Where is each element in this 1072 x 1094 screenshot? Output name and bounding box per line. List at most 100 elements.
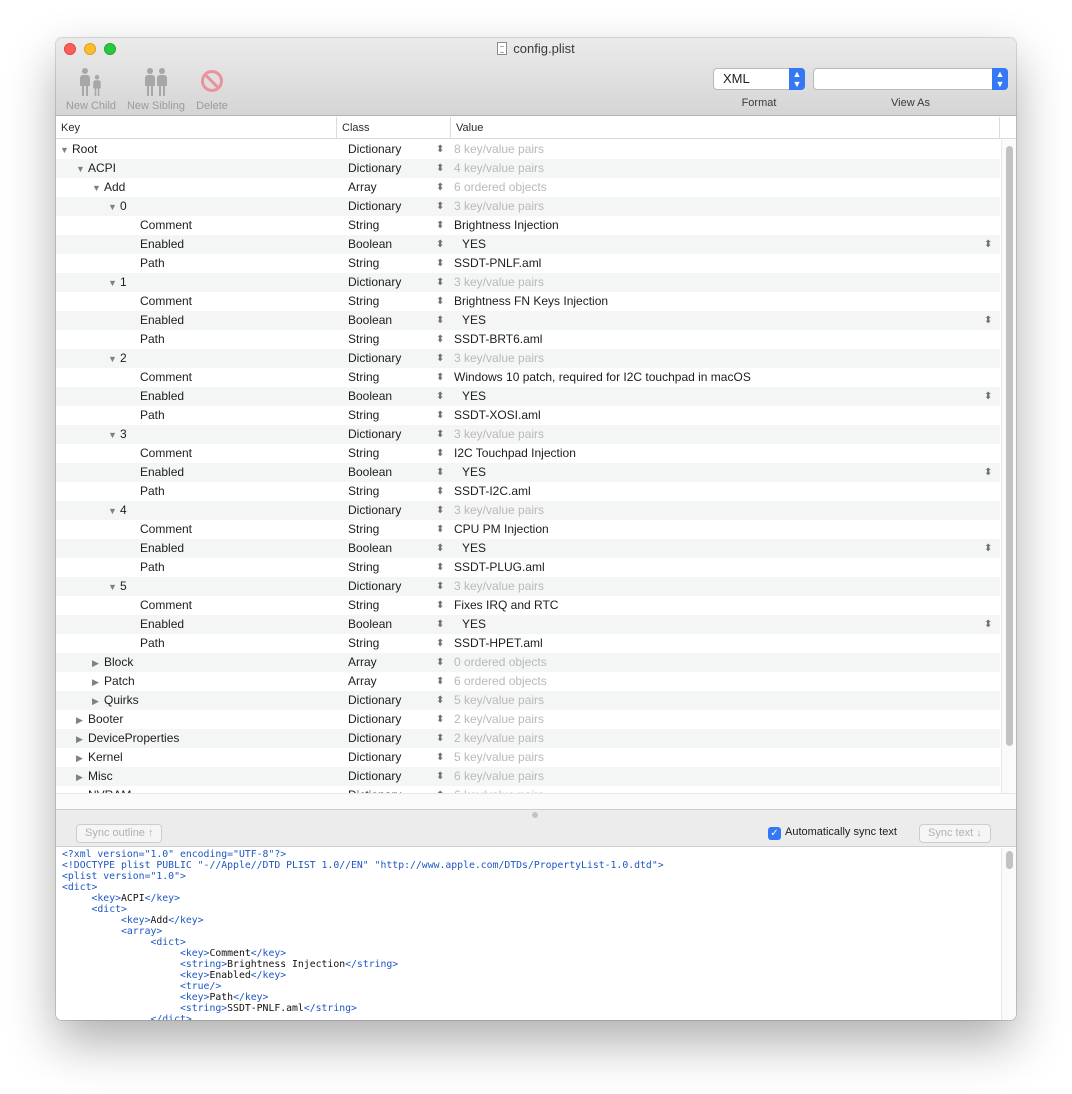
row-class[interactable]: String [348,558,379,577]
outline-row[interactable]: Path String ⬍ SSDT-BRT6.aml [56,330,1000,349]
disclosure-closed-icon[interactable]: ▶ [92,654,104,673]
class-stepper-icon[interactable]: ⬍ [436,368,444,387]
disclosure-closed-icon[interactable]: ▶ [76,711,88,730]
row-class[interactable]: Boolean [348,311,392,330]
class-stepper-icon[interactable]: ⬍ [436,406,444,425]
divider-handle-icon[interactable] [532,812,538,818]
row-class[interactable]: Dictionary [348,273,401,292]
class-stepper-icon[interactable]: ⬍ [436,596,444,615]
outline-row[interactable]: ▶ Booter Dictionary ⬍ 2 key/value pairs [56,710,1000,729]
class-stepper-icon[interactable]: ⬍ [436,197,444,216]
row-class[interactable]: Boolean [348,539,392,558]
auto-sync-checkbox[interactable]: ✓ [768,827,781,840]
outline-row[interactable]: ▼ 4 Dictionary ⬍ 3 key/value pairs [56,501,1000,520]
class-stepper-icon[interactable]: ⬍ [436,786,444,793]
boolean-popup-chevron-icon[interactable]: ⬍ [984,615,992,634]
disclosure-open-icon[interactable]: ▼ [108,274,120,293]
class-stepper-icon[interactable]: ⬍ [436,691,444,710]
disclosure-open-icon[interactable]: ▼ [108,198,120,217]
sync-outline-button[interactable]: Sync outline ↑ [76,824,163,843]
class-stepper-icon[interactable]: ⬍ [436,330,444,349]
disclosure-closed-icon[interactable]: ▶ [76,768,88,787]
xml-vertical-scrollbar[interactable] [1001,848,1016,1020]
disclosure-open-icon[interactable]: ▼ [108,350,120,369]
column-header-value[interactable]: Value [451,117,1000,139]
outline-row[interactable]: Comment String ⬍ I2C Touchpad Injection [56,444,1000,463]
outline-row[interactable]: Comment String ⬍ Fixes IRQ and RTC [56,596,1000,615]
row-class[interactable]: String [348,482,379,501]
class-stepper-icon[interactable]: ⬍ [436,235,444,254]
class-stepper-icon[interactable]: ⬍ [436,710,444,729]
outline-row[interactable]: Comment String ⬍ CPU PM Injection [56,520,1000,539]
outline-row[interactable]: Enabled Boolean ⬍ YES ⬍ [56,463,1000,482]
row-class[interactable]: String [348,330,379,349]
outline-row[interactable]: ▼ 5 Dictionary ⬍ 3 key/value pairs [56,577,1000,596]
xml-text-editor[interactable]: <?xml version="1.0" encoding="UTF-8"?> <!… [56,848,1000,1020]
row-value[interactable]: SSDT-PNLF.aml [454,254,541,273]
boolean-popup-chevron-icon[interactable]: ⬍ [984,311,992,330]
column-header-class[interactable]: Class [337,117,451,139]
row-value[interactable]: Brightness FN Keys Injection [454,292,608,311]
boolean-popup-chevron-icon[interactable]: ⬍ [984,463,992,482]
outline-row[interactable]: ▶ Block Array ⬍ 0 ordered objects [56,653,1000,672]
class-stepper-icon[interactable]: ⬍ [436,349,444,368]
row-value[interactable]: CPU PM Injection [454,520,549,539]
row-class[interactable]: Dictionary [348,710,401,729]
class-stepper-icon[interactable]: ⬍ [436,140,444,159]
class-stepper-icon[interactable]: ⬍ [436,254,444,273]
outline-row[interactable]: ▼ Root Dictionary ⬍ 8 key/value pairs [56,140,1000,159]
row-value[interactable]: SSDT-HPET.aml [454,634,543,653]
row-class[interactable]: Array [348,672,377,691]
row-class[interactable]: String [348,520,379,539]
class-stepper-icon[interactable]: ⬍ [436,539,444,558]
row-value[interactable]: SSDT-PLUG.aml [454,558,545,577]
boolean-popup-chevron-icon[interactable]: ⬍ [984,539,992,558]
row-class[interactable]: Dictionary [348,577,401,596]
outline-row[interactable]: ▶ Quirks Dictionary ⬍ 5 key/value pairs [56,691,1000,710]
row-value[interactable]: YES [462,539,486,558]
delete-button[interactable]: Delete [192,64,232,112]
sync-text-button[interactable]: Sync text ↓ [919,824,991,843]
row-class[interactable]: Dictionary [348,140,401,159]
row-class[interactable]: String [348,292,379,311]
class-stepper-icon[interactable]: ⬍ [436,501,444,520]
class-stepper-icon[interactable]: ⬍ [436,387,444,406]
outline-row[interactable]: ▶ Misc Dictionary ⬍ 6 key/value pairs [56,767,1000,786]
outline-row[interactable]: ▼ 1 Dictionary ⬍ 3 key/value pairs [56,273,1000,292]
row-value[interactable]: YES [462,235,486,254]
class-stepper-icon[interactable]: ⬍ [436,444,444,463]
row-class[interactable]: Dictionary [348,349,401,368]
row-value[interactable]: YES [462,463,486,482]
row-class[interactable]: Dictionary [348,748,401,767]
format-popup[interactable]: XML ▲ ▼ [713,68,805,90]
class-stepper-icon[interactable]: ⬍ [436,482,444,501]
row-value[interactable]: Windows 10 patch, required for I2C touch… [454,368,751,387]
outline-row[interactable]: Enabled Boolean ⬍ YES ⬍ [56,311,1000,330]
row-class[interactable]: Boolean [348,387,392,406]
row-class[interactable]: Boolean [348,615,392,634]
row-class[interactable]: Dictionary [348,501,401,520]
class-stepper-icon[interactable]: ⬍ [436,767,444,786]
disclosure-open-icon[interactable]: ▼ [108,578,120,597]
class-stepper-icon[interactable]: ⬍ [436,216,444,235]
outline-row[interactable]: Enabled Boolean ⬍ YES ⬍ [56,539,1000,558]
class-stepper-icon[interactable]: ⬍ [436,273,444,292]
row-class[interactable]: Dictionary [348,691,401,710]
class-stepper-icon[interactable]: ⬍ [436,520,444,539]
row-value[interactable]: Fixes IRQ and RTC [454,596,558,615]
row-class[interactable]: Boolean [348,463,392,482]
row-class[interactable]: Boolean [348,235,392,254]
class-stepper-icon[interactable]: ⬍ [436,292,444,311]
class-stepper-icon[interactable]: ⬍ [436,425,444,444]
row-class[interactable]: String [348,406,379,425]
row-class[interactable]: Dictionary [348,159,401,178]
split-divider[interactable] [56,809,1016,819]
class-stepper-icon[interactable]: ⬍ [436,653,444,672]
disclosure-open-icon[interactable]: ▼ [108,426,120,445]
row-class[interactable]: Array [348,653,377,672]
disclosure-closed-icon[interactable]: ▶ [92,692,104,711]
scroll-thumb[interactable] [1006,146,1013,746]
class-stepper-icon[interactable]: ⬍ [436,748,444,767]
disclosure-open-icon[interactable]: ▼ [60,141,72,160]
outline-row[interactable]: ▼ ACPI Dictionary ⬍ 4 key/value pairs [56,159,1000,178]
